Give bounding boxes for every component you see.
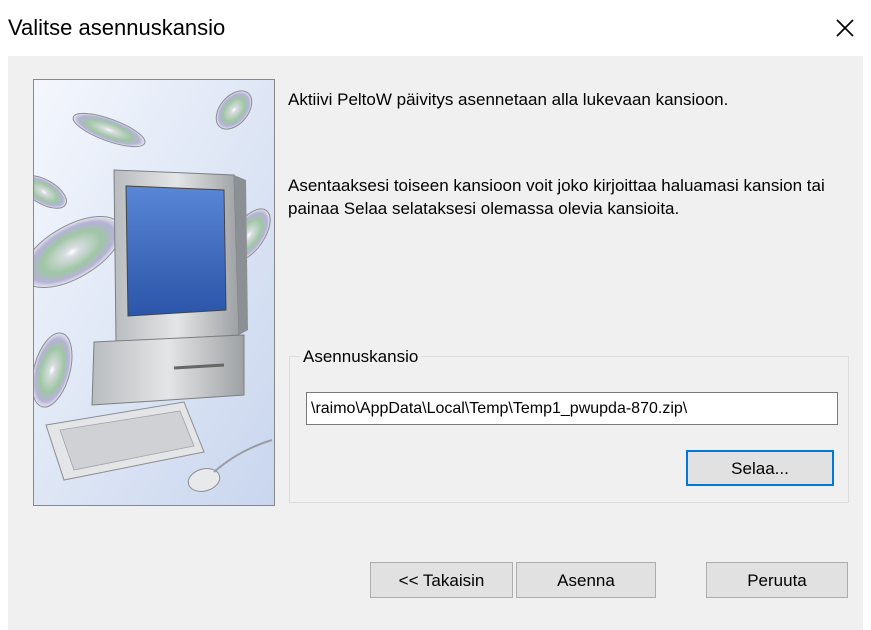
intro-text: Aktiivi PeltoW päivitys asennetaan alla …: [288, 90, 729, 109]
cancel-button[interactable]: Peruuta: [706, 562, 848, 598]
computer-with-cds-illustration: [33, 79, 275, 506]
install-button[interactable]: Asenna: [516, 562, 656, 598]
dialog-body: Aktiivi PeltoW päivitys asennetaan alla …: [8, 56, 863, 630]
install-folder-label: Asennuskansio: [300, 346, 422, 368]
install-folder-input[interactable]: [306, 392, 838, 425]
instructions-text: Asentaaksesi toiseen kansioon voit joko …: [288, 176, 825, 218]
browse-button[interactable]: Selaa...: [686, 450, 834, 486]
close-icon: [836, 19, 854, 37]
close-button[interactable]: [825, 12, 865, 46]
window-title: Valitse asennuskansio: [8, 15, 226, 40]
back-button[interactable]: << Takaisin: [370, 562, 513, 598]
title-bar: Valitse asennuskansio: [0, 0, 871, 56]
